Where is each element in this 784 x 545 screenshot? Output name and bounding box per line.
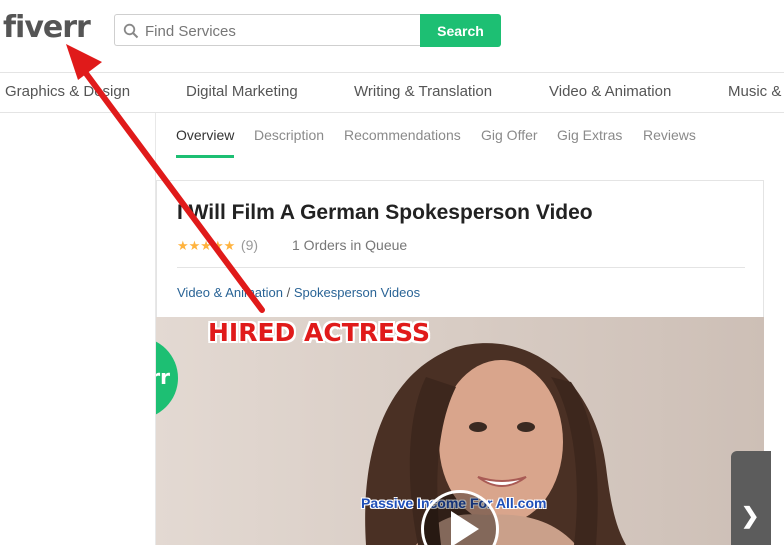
breadcrumb: Video & Animation / Spokesperson Videos (177, 285, 420, 300)
search-input[interactable] (143, 15, 417, 47)
category-writing-translation[interactable]: Writing & Translation (354, 83, 492, 100)
next-slide-button[interactable]: ❯ (731, 451, 771, 545)
active-tab-indicator (176, 155, 234, 158)
search-button[interactable]: Search (420, 14, 501, 47)
category-nav: Graphics & Design Digital Marketing Writ… (0, 72, 784, 113)
tab-recommendations[interactable]: Recommendations (344, 127, 461, 143)
category-digital-marketing[interactable]: Digital Marketing (186, 83, 298, 100)
search-box[interactable] (114, 14, 420, 47)
gig-tabs: Overview Description Recommendations Gig… (156, 113, 784, 159)
category-graphics-design[interactable]: Graphics & Design (5, 83, 130, 100)
tab-description[interactable]: Description (254, 127, 324, 143)
tab-gig-extras[interactable]: Gig Extras (557, 127, 622, 143)
gig-title: I Will Film A German Spokesperson Video (177, 201, 593, 224)
category-music[interactable]: Music & (728, 83, 781, 100)
breadcrumb-subcategory[interactable]: Spokesperson Videos (294, 285, 420, 300)
tab-gig-offer[interactable]: Gig Offer (481, 127, 538, 143)
search-icon (123, 23, 139, 39)
tab-reviews[interactable]: Reviews (643, 127, 696, 143)
rating-stars: ★★★★★ (177, 238, 236, 253)
fiverr-logo[interactable]: fiverr (3, 10, 91, 45)
breadcrumb-separator: / (286, 285, 291, 300)
divider (177, 267, 745, 268)
site-header: fiverr Search (0, 0, 784, 73)
play-icon (451, 511, 479, 545)
gig-rating[interactable]: ★★★★★ (9) (177, 237, 258, 254)
tab-overview[interactable]: Overview (176, 127, 234, 143)
chevron-right-icon: ❯ (741, 503, 760, 528)
breadcrumb-category[interactable]: Video & Animation (177, 285, 283, 300)
badge-text: rr (156, 365, 170, 389)
orders-in-queue: 1 Orders in Queue (292, 237, 408, 253)
rating-count: (9) (240, 237, 259, 253)
gig-video[interactable]: rr Passive Income For All.com (156, 317, 764, 545)
annotation-label: HIRED ACTRESS (208, 318, 430, 347)
category-video-animation[interactable]: Video & Animation (549, 83, 671, 100)
left-sidebar (0, 113, 156, 545)
